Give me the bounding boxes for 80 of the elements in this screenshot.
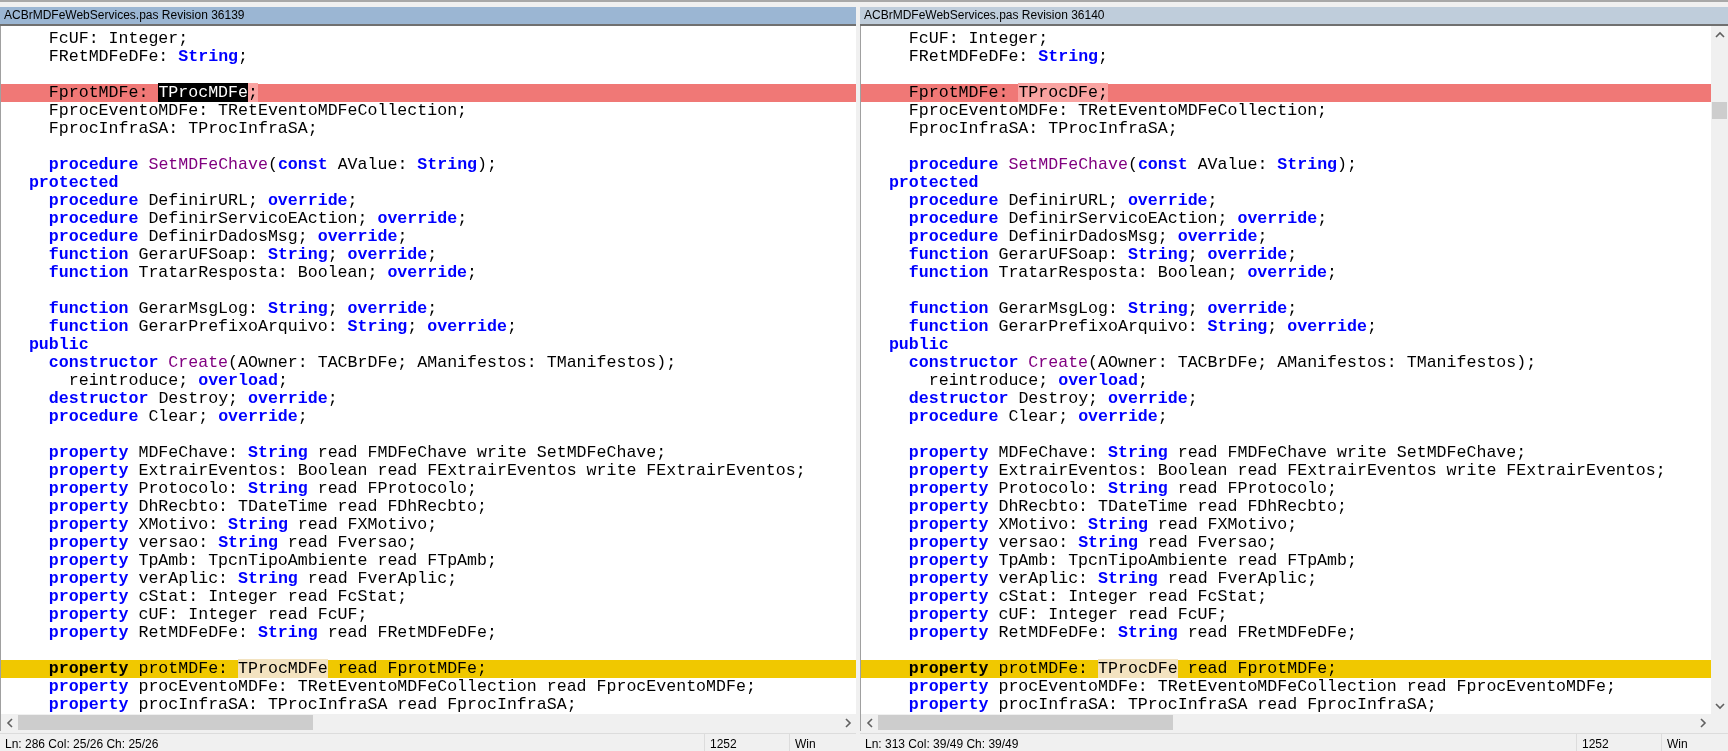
status-text: Ln: 313 Col: 39/49 Ch: 39/49 [864, 736, 1020, 751]
status-text: Win [1661, 734, 1728, 751]
code-line: FRetMDFeDFe: String; [907, 48, 1109, 66]
code-line: procedure DefinirServicoEAction; override; [907, 210, 1329, 228]
code-line: property procEventoMDFe: TRetEventoMDFeCollection read FprocEventoMDFe; [907, 678, 1617, 696]
code-line: reintroduce; overload; [67, 372, 289, 390]
vertical-scrollbar[interactable] [1711, 26, 1728, 714]
code-line: property XMotivo: String read FXMotivo; [47, 516, 439, 534]
code-line: property verAplic: String read FverAplic; [47, 570, 459, 588]
scroll-left-icon[interactable] [865, 717, 874, 728]
code-line: procedure DefinirDadosMsg; override; [47, 228, 409, 246]
code-line: procedure SetMDFeChave(const AValue: String); [47, 156, 498, 174]
code-line: property cUF: Integer read FcUF; [47, 606, 369, 624]
code-line: procedure DefinirURL; override; [907, 192, 1219, 210]
code-line: constructor Create(AOwner: TACBrDFe; AManifestos: TManifestos); [47, 354, 678, 372]
scrollbar-thumb[interactable] [1712, 102, 1727, 119]
code-line: procedure DefinirServicoEAction; override; [47, 210, 469, 228]
code-line: property RetMDFeDFe: String read FRetMDFeDFe; [47, 624, 498, 642]
code-line: public [887, 336, 950, 354]
code-line: property cStat: Integer read FcStat; [907, 588, 1269, 606]
code-line: reintroduce; overload; [927, 372, 1149, 390]
code-line: FprocEventoMDFe: TRetEventoMDFeCollection; [47, 102, 469, 120]
status-text: Ln: 286 Col: 25/26 Ch: 25/26 [4, 736, 160, 751]
scrollbar-thumb[interactable] [878, 715, 1173, 730]
code-line: constructor Create(AOwner: TACBrDFe; AManifestos: TManifestos); [907, 354, 1538, 372]
code-line: procedure DefinirDadosMsg; override; [907, 228, 1269, 246]
code-line: property TpAmb: TpcnTipoAmbiente read FTpAmb; [907, 552, 1358, 570]
code-line: property MDFeChave: String read FMDFeChave write SetMDFeChave; [907, 444, 1528, 462]
scroll-up-icon[interactable] [1714, 30, 1725, 39]
code-line: property Protocolo: String read FProtocolo; [47, 480, 479, 498]
code-line: property Protocolo: String read FProtocolo; [907, 480, 1339, 498]
code-line: property DhRecbto: TDateTime read FDhRecbto; [47, 498, 488, 516]
code-line: property TpAmb: TpcnTipoAmbiente read FTpAmb; [47, 552, 498, 570]
code-line: function GerarPrefixoArquivo: String; override; [47, 318, 518, 336]
code-line: property ExtrairEventos: Boolean read FExtrairEventos write FExtrairEventos; [47, 462, 807, 480]
code-line: property ExtrairEventos: Boolean read FExtrairEventos write FExtrairEventos; [907, 462, 1667, 480]
code-line: property procInfraSA: TProcInfraSA read FprocInfraSA; [907, 696, 1438, 714]
code-line: property cUF: Integer read FcUF; [907, 606, 1229, 624]
code-line: public [27, 336, 90, 354]
scroll-right-icon[interactable] [1698, 717, 1707, 728]
pane-title: ACBrMDFeWebServices.pas Revision 36140 [860, 7, 1728, 26]
code-line: protected [887, 174, 980, 192]
code-line: procedure Clear; override; [907, 408, 1169, 426]
code-line: procedure DefinirURL; override; [47, 192, 359, 210]
code-line: property versao: String read Fversao; [907, 534, 1279, 552]
code-line: destructor Destroy; override; [907, 390, 1199, 408]
code-line: FcUF: Integer; [47, 30, 190, 48]
code-line: function GerarPrefixoArquivo: String; override; [907, 318, 1378, 336]
code-line: destructor Destroy; override; [47, 390, 339, 408]
code-line: function GerarMsgLog: String; override; [47, 300, 439, 318]
code-line: function TratarResposta: Boolean; override; [907, 264, 1339, 282]
pane-title: ACBrMDFeWebServices.pas Revision 36139 [0, 7, 856, 26]
code-line: property DhRecbto: TDateTime read FDhRecbto; [907, 498, 1348, 516]
code-line: FRetMDFeDFe: String; [47, 48, 249, 66]
status-text: Win [789, 734, 856, 751]
code-line: property MDFeChave: String read FMDFeChave write SetMDFeChave; [47, 444, 668, 462]
scroll-down-icon[interactable] [1714, 701, 1725, 710]
code-line: FprocInfraSA: TProcInfraSA; [907, 120, 1179, 138]
code-line: property procInfraSA: TProcInfraSA read FprocInfraSA; [47, 696, 578, 714]
status-text: 1252 [1576, 734, 1661, 751]
code-line: FprocInfraSA: TProcInfraSA; [47, 120, 319, 138]
code-line: property versao: String read Fversao; [47, 534, 419, 552]
scroll-left-icon[interactable] [5, 717, 14, 728]
code-line: procedure Clear; override; [47, 408, 309, 426]
code-line: function GerarUFSoap: String; override; [47, 246, 439, 264]
scroll-right-icon[interactable] [843, 717, 852, 728]
code-line: property procEventoMDFe: TRetEventoMDFeCollection read FprocEventoMDFe; [47, 678, 757, 696]
code-line: property XMotivo: String read FXMotivo; [907, 516, 1299, 534]
code-line: property verAplic: String read FverAplic; [907, 570, 1319, 588]
code-line: function GerarUFSoap: String; override; [907, 246, 1299, 264]
code-line: property cStat: Integer read FcStat; [47, 588, 409, 606]
status-text: 1252 [704, 734, 789, 751]
code-line: procedure SetMDFeChave(const AValue: String); [907, 156, 1358, 174]
scrollbar-thumb[interactable] [18, 715, 313, 730]
code-line: property RetMDFeDFe: String read FRetMDFeDFe; [907, 624, 1358, 642]
code-line: FprocEventoMDFe: TRetEventoMDFeCollection; [907, 102, 1329, 120]
code-line: function TratarResposta: Boolean; override; [47, 264, 479, 282]
code-line: protected [27, 174, 120, 192]
code-line: FcUF: Integer; [907, 30, 1050, 48]
code-line: function GerarMsgLog: String; override; [907, 300, 1299, 318]
